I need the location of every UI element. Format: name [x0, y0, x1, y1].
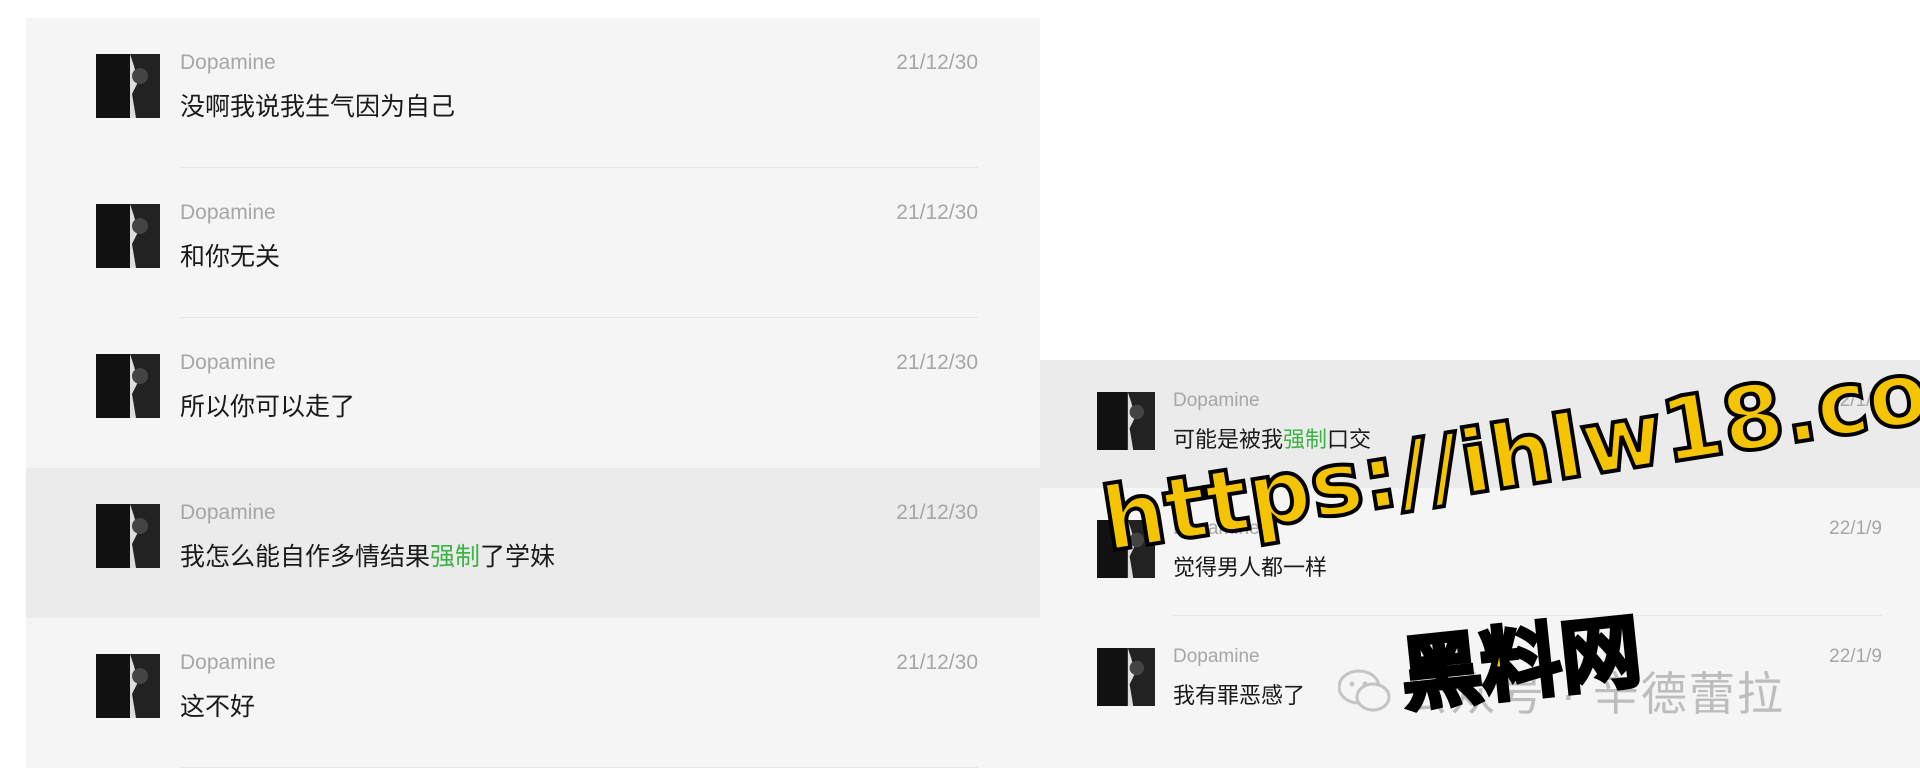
chat-message[interactable]: Dopamine 21/12/30 没啊我说我生气因为自己 — [26, 18, 1040, 168]
message-text: 没啊我说我生气因为自己 — [180, 87, 455, 123]
sender-name: Dopamine — [180, 501, 276, 524]
avatar[interactable] — [96, 654, 160, 718]
sender-name: Dopamine — [180, 651, 276, 674]
message-text-part: 所以你可以走了 — [180, 393, 356, 421]
sender-name: Dopamine — [1173, 390, 1260, 411]
message-text: 所以你可以走了 — [180, 387, 355, 423]
message-text: 这不好 — [180, 687, 255, 723]
message-text-part: 觉得男人都一样 — [1173, 555, 1328, 580]
avatar[interactable] — [96, 504, 160, 568]
avatar[interactable] — [96, 54, 160, 118]
message-date: 22/1/9 — [1829, 518, 1882, 539]
chat-message[interactable]: Dopamine 21/12/30 我怎么能自作多情结果强制了学妹 — [26, 468, 1040, 618]
message-date: 21/12/30 — [896, 501, 978, 524]
message-text: 我有罪恶感了 — [1173, 678, 1305, 710]
message-text-part: 我怎么能自作多情结果 — [180, 543, 431, 571]
message-date: 21/12/30 — [896, 201, 978, 224]
chat-message[interactable]: Dopamine 21/12/30 所以你可以走了 — [26, 318, 1040, 468]
avatar[interactable] — [1097, 648, 1155, 706]
message-text-part: 我有罪恶感了 — [1173, 683, 1306, 708]
sender-name: Dopamine — [180, 351, 276, 374]
avatar[interactable] — [96, 204, 160, 268]
avatar[interactable] — [96, 354, 160, 418]
chat-panel-left: Dopamine 21/12/30 没啊我说我生气因为自己 Dopamine 2… — [26, 18, 1040, 768]
wechat-icon — [1337, 669, 1392, 713]
message-text: 和你无关 — [180, 237, 280, 273]
message-text-part: 没啊我说我生气因为自己 — [180, 93, 456, 121]
message-date: 21/12/30 — [896, 51, 978, 74]
message-date: 22/1/9 — [1829, 646, 1882, 667]
message-date: 21/12/30 — [896, 651, 978, 674]
message-text: 我怎么能自作多情结果强制了学妹 — [180, 537, 555, 573]
message-text-part: 和你无关 — [180, 243, 281, 271]
sender-name: Dopamine — [1173, 646, 1260, 667]
chat-message[interactable]: Dopamine 21/12/30 这不好 — [26, 618, 1040, 768]
sender-name: Dopamine — [180, 51, 276, 74]
message-text-part: 了学妹 — [480, 543, 556, 571]
avatar[interactable] — [1097, 392, 1155, 450]
message-text-part: 这不好 — [180, 693, 256, 721]
message-highlight: 强制 — [430, 543, 481, 571]
message-date: 21/12/30 — [896, 351, 978, 374]
chat-message[interactable]: Dopamine 21/12/30 和你无关 — [26, 168, 1040, 318]
sender-name: Dopamine — [180, 201, 276, 224]
